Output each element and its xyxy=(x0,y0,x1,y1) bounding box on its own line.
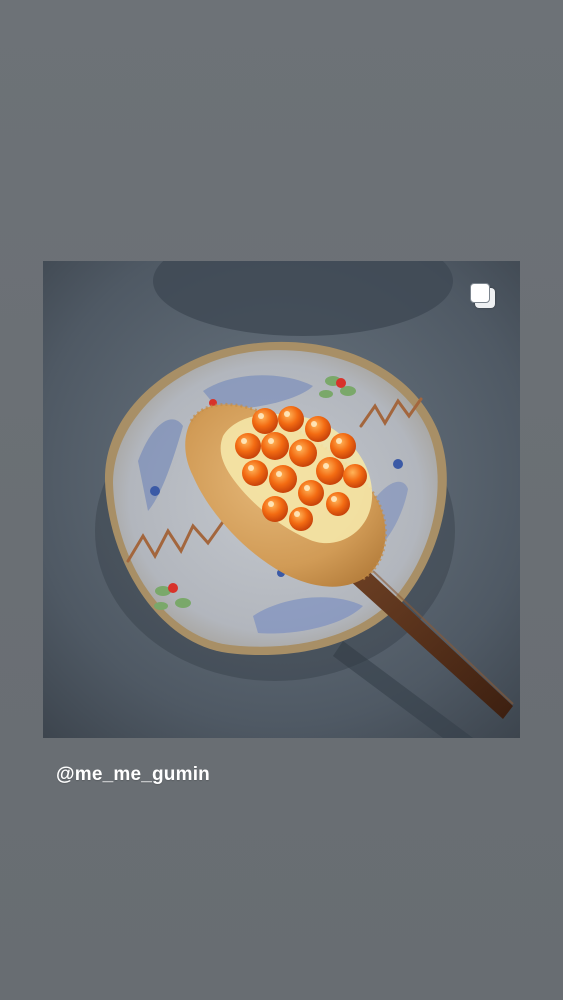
post-photo[interactable] xyxy=(43,261,520,738)
username-mention[interactable]: @me_me_gumin xyxy=(56,764,210,786)
food-photo-illustration xyxy=(43,261,520,738)
multiple-photos-icon-front xyxy=(470,283,490,303)
story-screen: @me_me_gumin xyxy=(0,0,563,1000)
multiple-photos-icon[interactable] xyxy=(468,281,498,311)
